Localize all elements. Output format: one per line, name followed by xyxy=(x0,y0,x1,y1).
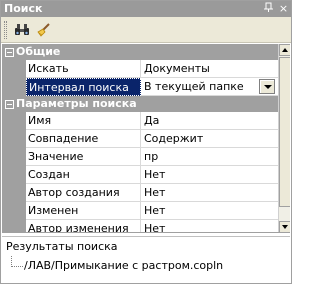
property-value[interactable]: пр xyxy=(141,148,278,166)
property-row-created-by[interactable]: Автор создания Нет xyxy=(2,184,278,202)
property-name: Совпадение xyxy=(26,130,141,148)
broom-icon xyxy=(37,23,50,37)
combo-value: В текущей папке xyxy=(144,80,244,93)
close-icon[interactable]: × xyxy=(277,2,290,15)
search-panel: Поиск × Общие Искать Документы Интервал … xyxy=(0,0,292,284)
property-name: Значение xyxy=(26,148,141,166)
group-general[interactable]: Общие xyxy=(2,44,278,60)
property-name: Автор создания xyxy=(26,184,141,202)
property-value[interactable]: Нет xyxy=(141,166,278,184)
property-name: Изменен xyxy=(26,202,141,220)
property-row-value[interactable]: Значение пр xyxy=(2,148,278,166)
group-label: Параметры поиска xyxy=(16,97,137,110)
property-row-search-for[interactable]: Искать Документы xyxy=(2,60,278,78)
property-value[interactable]: Документы xyxy=(141,60,278,78)
vertical-scrollbar[interactable] xyxy=(278,44,290,232)
property-value[interactable]: Нет xyxy=(141,220,278,232)
pin-icon[interactable] xyxy=(262,2,275,15)
result-item[interactable]: /ЛАВ/Примыкание с растром.copln xyxy=(24,259,223,273)
property-value[interactable]: Содержит xyxy=(141,130,278,148)
results-list: /ЛАВ/Примыкание с растром.copln xyxy=(2,256,290,283)
scope-combo[interactable]: В текущей папке xyxy=(141,78,278,96)
property-name: Создан xyxy=(26,166,141,184)
scroll-up-icon[interactable] xyxy=(279,44,290,56)
property-name: Имя xyxy=(26,112,141,130)
property-name: Искать xyxy=(26,60,141,78)
scroll-thumb[interactable] xyxy=(279,57,290,207)
collapse-icon[interactable] xyxy=(5,48,14,57)
property-name: Автор изменения xyxy=(26,220,141,232)
toolbar-grip[interactable] xyxy=(4,21,7,39)
chevron-down-icon[interactable] xyxy=(259,79,275,94)
property-row-name[interactable]: Имя Да xyxy=(2,112,278,130)
collapse-icon[interactable] xyxy=(5,100,14,109)
property-row-match[interactable]: Совпадение Содержит xyxy=(2,130,278,148)
property-grid: Общие Искать Документы Интервал поиска В… xyxy=(2,44,290,233)
property-row-search-scope[interactable]: Интервал поиска В текущей папке xyxy=(2,78,278,96)
tree-connector xyxy=(11,256,23,267)
toolbar xyxy=(1,17,291,43)
group-search-params[interactable]: Параметры поиска xyxy=(2,96,278,112)
scroll-down-icon[interactable] xyxy=(279,221,290,232)
property-row-modified[interactable]: Изменен Нет xyxy=(2,202,278,220)
property-value[interactable]: Нет xyxy=(141,184,278,202)
property-name: Интервал поиска xyxy=(26,78,141,96)
binoculars-icon xyxy=(15,24,29,35)
property-row-modified-by[interactable]: Автор изменения Нет xyxy=(2,220,278,232)
results-header: Результаты поиска xyxy=(2,236,290,256)
panel-title: Поиск xyxy=(4,2,43,15)
panel-titlebar[interactable]: Поиск × xyxy=(1,1,291,17)
clear-button[interactable] xyxy=(34,20,54,40)
group-label: Общие xyxy=(16,45,61,58)
property-value[interactable]: Нет xyxy=(141,202,278,220)
find-button[interactable] xyxy=(12,20,32,40)
property-value[interactable]: Да xyxy=(141,112,278,130)
property-row-created[interactable]: Создан Нет xyxy=(2,166,278,184)
